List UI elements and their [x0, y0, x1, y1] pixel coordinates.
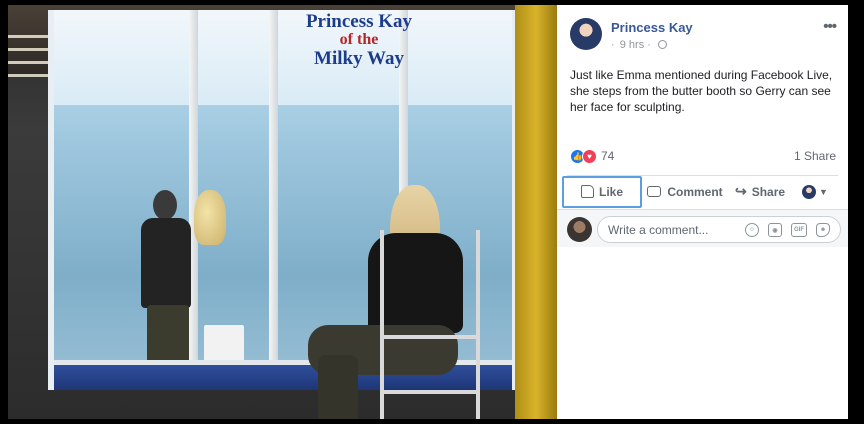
speech-bubble-icon	[647, 186, 662, 197]
like-button-label: Like	[598, 184, 623, 199]
mini-avatar	[802, 184, 816, 199]
reaction-count: 74	[601, 149, 615, 163]
chevron-down-icon: ▼	[819, 186, 828, 197]
emoji-icon[interactable]: ☺	[745, 223, 759, 237]
booth-sign-line3: Milky Way	[314, 47, 404, 69]
reaction-summary[interactable]: 👍 ♥ 74	[570, 147, 614, 165]
like-button[interactable]: Like	[562, 175, 642, 208]
booth-roof	[54, 10, 512, 105]
share-button[interactable]: ↪ Share	[726, 176, 794, 208]
more-horizontal-icon[interactable]: •••	[823, 18, 837, 35]
booth-pillar	[269, 10, 278, 390]
page-name-link[interactable]: Princess Kay	[611, 20, 693, 35]
comment-composer: ☺ ◉ GIF ☻	[557, 210, 848, 247]
thumbs-up-icon	[580, 185, 594, 198]
share-count-link[interactable]: 1 Share	[794, 149, 836, 163]
action-bar: Like Comment ↪ Share ▼	[562, 175, 843, 208]
bucket	[204, 325, 244, 365]
booth-sign-line1: Princess Kay	[305, 11, 413, 32]
camera-icon[interactable]: ◉	[768, 223, 782, 237]
booth-sign-line2: of the	[339, 30, 379, 48]
audience-selector[interactable]: ▼	[802, 184, 828, 199]
butter-sculpture	[194, 190, 226, 245]
comment-tools: ☺ ◉ GIF ☻	[745, 223, 830, 237]
love-reaction-icon: ♥	[582, 148, 597, 164]
meta-separator: ·	[611, 39, 615, 51]
comment-input[interactable]	[608, 222, 743, 238]
globe-icon[interactable]	[658, 40, 667, 49]
meta-separator: ·	[647, 39, 651, 51]
chair-rung	[380, 390, 480, 394]
comment-button[interactable]: Comment	[644, 176, 726, 208]
comment-box[interactable]: ☺ ◉ GIF ☻	[597, 216, 841, 243]
gif-icon[interactable]: GIF	[791, 223, 807, 237]
yellow-rail	[515, 5, 557, 419]
share-arrow-icon: ↪	[734, 183, 747, 199]
page-avatar[interactable]	[570, 18, 602, 50]
post-photo[interactable]: Princess Kay of the Milky Way	[8, 5, 557, 419]
chair-rung	[380, 335, 480, 339]
post-timestamp[interactable]: 9 hrs	[620, 39, 644, 51]
sticker-icon[interactable]: ☻	[816, 223, 830, 237]
sculptor-figure	[139, 190, 194, 370]
post-meta: · 9 hrs ·	[611, 39, 667, 51]
booth-sign: Princess Kay of the Milky Way	[284, 12, 434, 69]
post-panel: Princess Kay · 9 hrs · ••• Just like Emm…	[557, 5, 848, 419]
post-text: Just like Emma mentioned during Facebook…	[570, 68, 833, 114]
comment-button-label: Comment	[667, 184, 723, 199]
share-button-label: Share	[751, 184, 786, 199]
viewer-avatar[interactable]	[567, 217, 592, 242]
